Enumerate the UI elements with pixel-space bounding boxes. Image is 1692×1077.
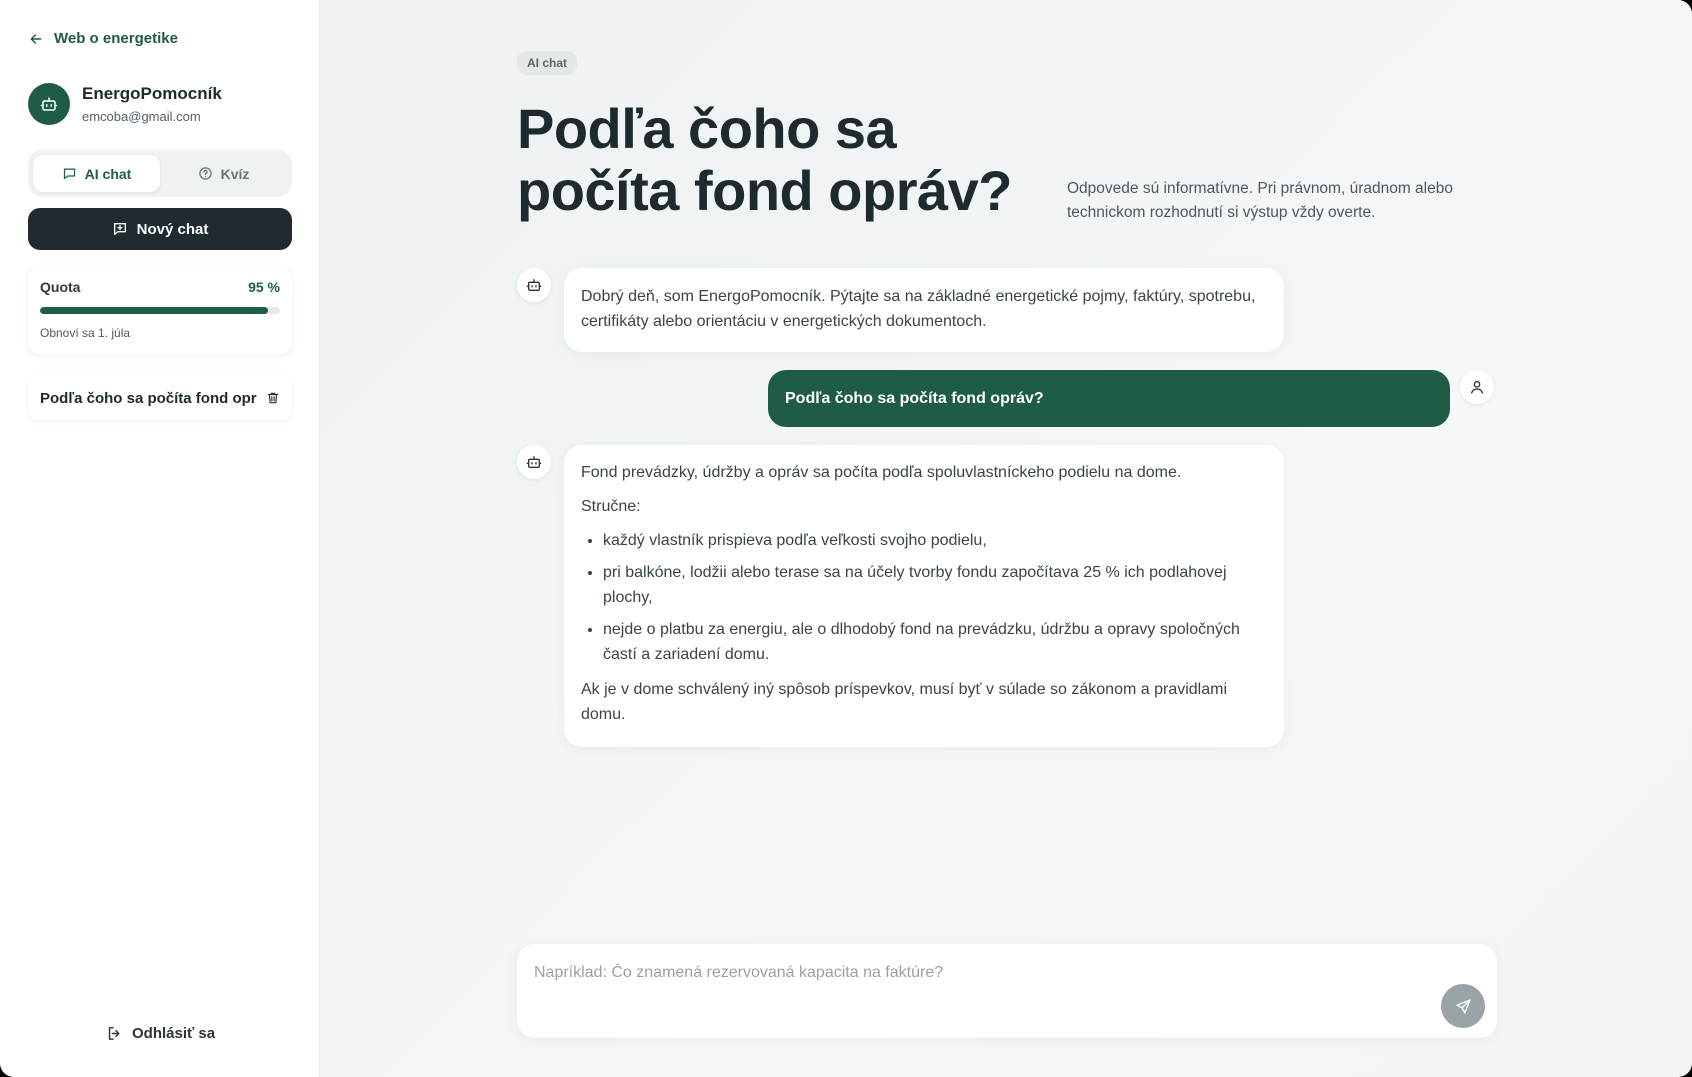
robot-icon bbox=[526, 456, 542, 468]
quota-value: 95 % bbox=[248, 279, 280, 295]
assistant-avatar bbox=[517, 268, 551, 302]
history-item[interactable]: Podľa čoho sa počíta fond opr bbox=[28, 376, 292, 420]
profile-name: EnergoPomocník bbox=[82, 84, 222, 103]
answer-bullet: nejde o platbu za energiu, ale o dlhodob… bbox=[603, 617, 1267, 667]
answer-lead: Stručne: bbox=[581, 498, 641, 515]
answer-intro: Fond prevádzky, údržby a opráv sa počíta… bbox=[581, 464, 1182, 481]
disclaimer-text: Odpovede sú informatívne. Pri právnom, ú… bbox=[1067, 180, 1453, 221]
tab-quiz[interactable]: Kvíz bbox=[160, 155, 287, 192]
answer-outro: Ak je v dome schválený iný spôsob príspe… bbox=[581, 681, 1227, 723]
sidebar: Web o energetike EnergoPomocník emcoba@g… bbox=[0, 0, 320, 1077]
tab-ai-chat[interactable]: AI chat bbox=[33, 155, 160, 192]
message-composer bbox=[517, 944, 1497, 1038]
quota-reset-text: Obnoví sa 1. júla bbox=[40, 326, 131, 340]
question-circle-icon bbox=[198, 167, 212, 180]
logout-button[interactable]: Odhlásiť sa bbox=[106, 1025, 215, 1042]
new-chat-button[interactable]: Nový chat bbox=[28, 208, 292, 250]
back-link[interactable]: Web o energetike bbox=[28, 30, 178, 47]
robot-icon bbox=[40, 97, 58, 111]
trash-icon[interactable] bbox=[266, 391, 280, 405]
send-icon bbox=[1455, 998, 1471, 1014]
user-icon bbox=[1471, 381, 1483, 394]
chat-bubble-icon bbox=[63, 168, 75, 180]
history-item-title: Podľa čoho sa počíta fond opr bbox=[40, 389, 257, 407]
quota-progress-bar bbox=[40, 307, 280, 314]
user-message: Podľa čoho sa počíta fond opráv? bbox=[768, 370, 1494, 427]
avatar bbox=[28, 83, 70, 125]
assistant-bubble: Fond prevádzky, údržby a opráv sa počíta… bbox=[564, 445, 1284, 747]
answer-list: každý vlastník prispieva podľa veľkosti … bbox=[603, 528, 1267, 667]
back-link-label: Web o energetike bbox=[54, 30, 178, 47]
logout-icon bbox=[108, 1027, 120, 1040]
robot-icon bbox=[526, 279, 542, 291]
assistant-message: Dobrý deň, som EnergoPomocník. Pýtajte s… bbox=[517, 268, 1284, 352]
answer-bullet: pri balkóne, lodžii alebo terase sa na ú… bbox=[603, 560, 1267, 610]
message-input[interactable] bbox=[534, 964, 1414, 982]
new-chat-icon bbox=[113, 223, 126, 235]
app-window: Web o energetike EnergoPomocník emcoba@g… bbox=[0, 0, 1692, 1077]
user-bubble: Podľa čoho sa počíta fond opráv? bbox=[768, 370, 1450, 427]
mode-switcher: AI chat Kvíz bbox=[28, 150, 292, 197]
tab-quiz-label: Kvíz bbox=[220, 165, 250, 182]
profile: EnergoPomocník emcoba@gmail.com bbox=[28, 83, 222, 125]
user-avatar bbox=[1460, 370, 1494, 404]
page-title: Podľa čoho sa počíta fond opráv? bbox=[517, 97, 1013, 222]
new-chat-label: Nový chat bbox=[136, 220, 209, 238]
logout-label: Odhlásiť sa bbox=[132, 1025, 216, 1042]
chat-area: AI chat Podľa čoho sa počíta fond opráv?… bbox=[320, 0, 1692, 1077]
assistant-bubble: Dobrý deň, som EnergoPomocník. Pýtajte s… bbox=[564, 268, 1284, 352]
section-tag: AI chat bbox=[517, 51, 578, 75]
assistant-message: Fond prevádzky, údržby a opráv sa počíta… bbox=[517, 445, 1284, 747]
quota-label: Quota bbox=[40, 279, 81, 295]
arrow-left-icon bbox=[30, 33, 42, 44]
answer-bullet: každý vlastník prispieva podľa veľkosti … bbox=[603, 528, 1267, 553]
send-button[interactable] bbox=[1441, 984, 1485, 1028]
quota-card: Quota 95 % Obnoví sa 1. júla bbox=[28, 266, 292, 354]
assistant-avatar bbox=[517, 445, 551, 479]
quota-progress-fill bbox=[40, 307, 268, 314]
tab-ai-chat-label: AI chat bbox=[84, 165, 132, 182]
profile-email: emcoba@gmail.com bbox=[82, 109, 201, 124]
